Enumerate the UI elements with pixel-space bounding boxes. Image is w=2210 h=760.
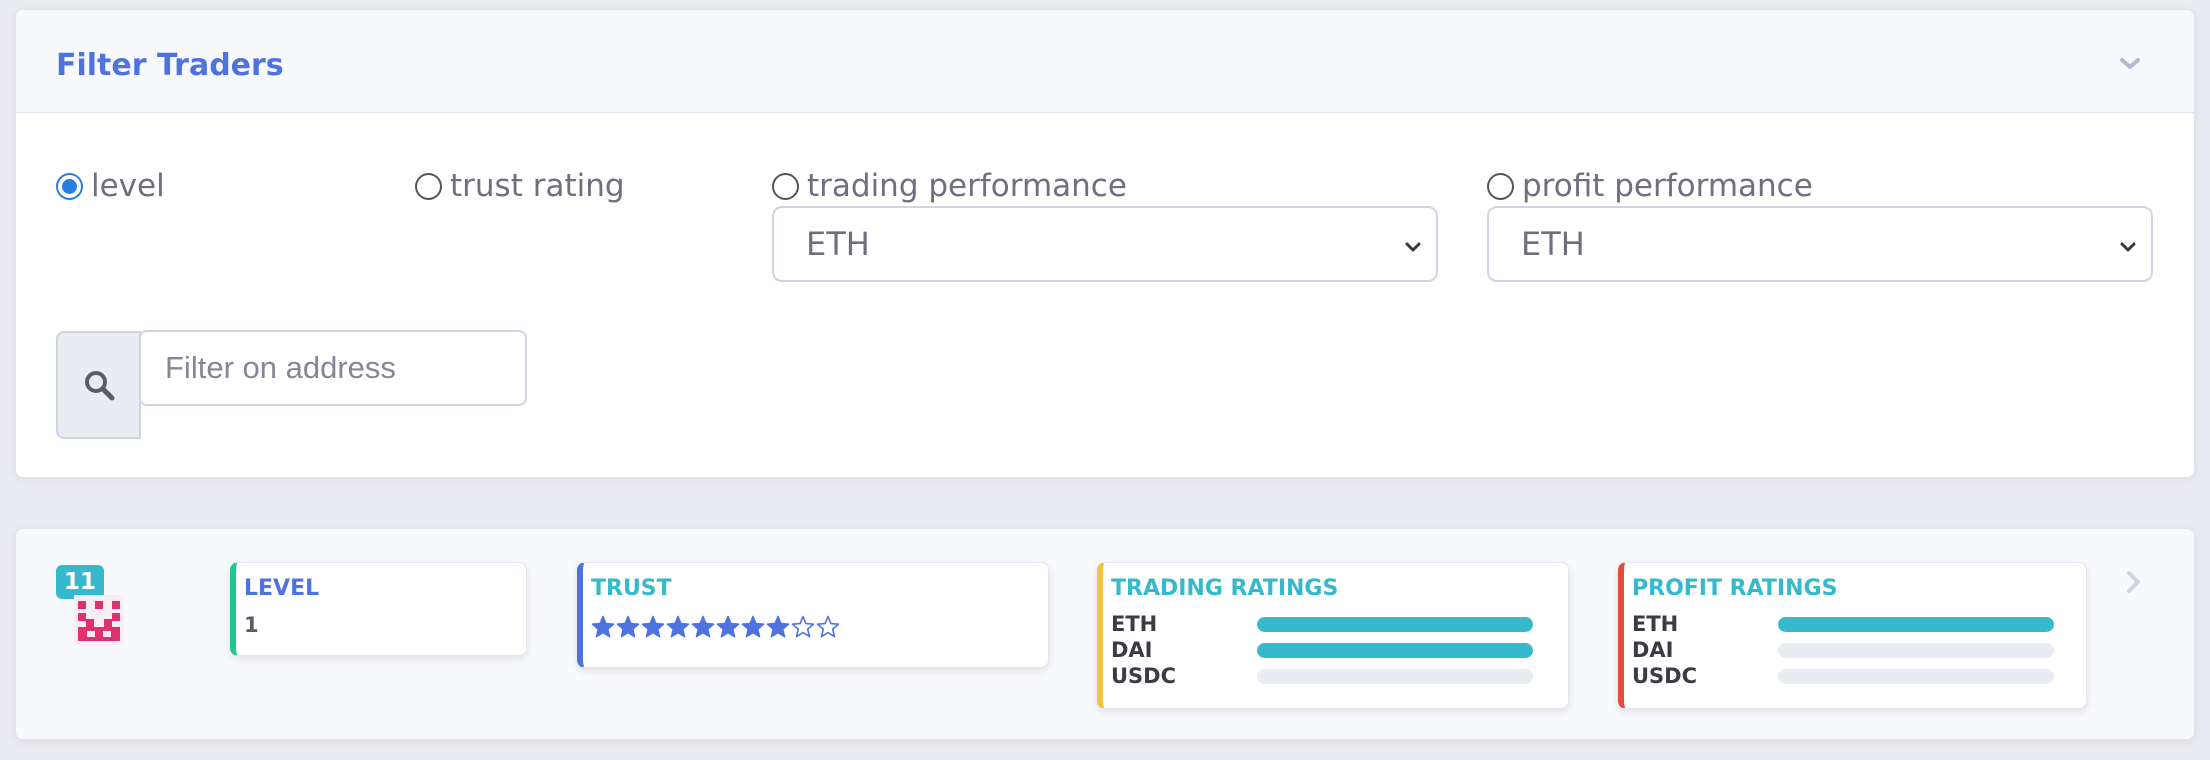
rating-bar [1257, 616, 1533, 632]
star-filled-icon [591, 615, 615, 638]
rating-bar-fill [1257, 616, 1533, 632]
level-title: LEVEL [244, 576, 320, 601]
trading-currency-select[interactable]: ETH [772, 206, 1438, 282]
profit-rating-row-eth: ETH [1632, 612, 2054, 636]
star-empty-icon [791, 615, 815, 638]
profit-rating-row-dai: DAI [1632, 638, 2054, 662]
radio-label-trading-performance: trading performance [807, 168, 1127, 204]
trust-stars [591, 615, 840, 639]
star-empty-icon [816, 615, 840, 638]
rating-bar [1257, 642, 1533, 658]
rating-label: ETH [1632, 612, 1679, 636]
trading-ratings-card: TRADING RATINGS ETH DAI USDC [1097, 562, 1569, 709]
rating-label: USDC [1632, 664, 1698, 688]
radio-level[interactable]: level [56, 168, 165, 204]
rating-bar-fill [1257, 642, 1533, 658]
profit-ratings-title: PROFIT RATINGS [1632, 576, 1838, 601]
trader-row[interactable]: 11 LEVEL 1 TRUST TRADING RATINGS ETH DAI [15, 528, 2195, 740]
rating-bar [1778, 616, 2054, 632]
radio-button-level[interactable] [56, 172, 83, 200]
star-filled-icon [641, 615, 665, 638]
chevron-down-icon [2120, 242, 2136, 252]
filter-traders-panel: Filter Traders level trust rating tradin… [15, 9, 2195, 478]
level-value: 1 [244, 613, 259, 637]
star-filled-icon [716, 615, 740, 638]
search-button[interactable] [56, 331, 141, 439]
profit-currency-value: ETH [1521, 225, 1585, 263]
chevron-right-icon[interactable] [2122, 569, 2144, 595]
rating-bar-fill [1778, 616, 2054, 632]
radio-button-trading-performance[interactable] [772, 172, 799, 200]
chevron-down-icon [1405, 242, 1421, 252]
identicon-avatar [74, 595, 124, 645]
profit-ratings-card: PROFIT RATINGS ETH DAI USDC [1618, 562, 2087, 709]
radio-button-profit-performance[interactable] [1487, 172, 1514, 200]
trading-rating-row-eth: ETH [1111, 612, 1533, 636]
level-card: LEVEL 1 [230, 562, 527, 656]
star-filled-icon [766, 615, 790, 638]
radio-label-trust-rating: trust rating [450, 168, 625, 204]
radio-label-profit-performance: profit performance [1522, 168, 1813, 204]
radio-trust-rating[interactable]: trust rating [415, 168, 625, 204]
filter-panel-title: Filter Traders [56, 48, 284, 83]
rating-label: ETH [1111, 612, 1158, 636]
address-filter-input[interactable] [139, 330, 527, 406]
chevron-down-icon[interactable] [2118, 52, 2142, 76]
rating-bar [1778, 668, 2054, 684]
star-filled-icon [616, 615, 640, 638]
trading-currency-value: ETH [806, 225, 870, 263]
rank-badge: 11 [56, 565, 104, 599]
rating-label: DAI [1111, 638, 1153, 662]
star-filled-icon [691, 615, 715, 638]
profit-currency-select[interactable]: ETH [1487, 206, 2153, 282]
rating-label: USDC [1111, 664, 1177, 688]
trust-title: TRUST [591, 576, 672, 601]
rating-label: DAI [1632, 638, 1674, 662]
star-filled-icon [666, 615, 690, 638]
radio-profit-performance[interactable]: profit performance [1487, 168, 1813, 204]
radio-label-level: level [91, 168, 165, 204]
profit-rating-row-usdc: USDC [1632, 664, 2054, 688]
radio-button-trust-rating[interactable] [415, 172, 442, 200]
filter-panel-header[interactable]: Filter Traders [16, 10, 2194, 113]
radio-trading-performance[interactable]: trading performance [772, 168, 1127, 204]
search-icon [84, 371, 114, 401]
trading-rating-row-usdc: USDC [1111, 664, 1533, 688]
trading-rating-row-dai: DAI [1111, 638, 1533, 662]
trust-card: TRUST [577, 562, 1049, 668]
star-filled-icon [741, 615, 765, 638]
rating-bar [1778, 642, 2054, 658]
rating-bar [1257, 668, 1533, 684]
trading-ratings-title: TRADING RATINGS [1111, 576, 1339, 601]
